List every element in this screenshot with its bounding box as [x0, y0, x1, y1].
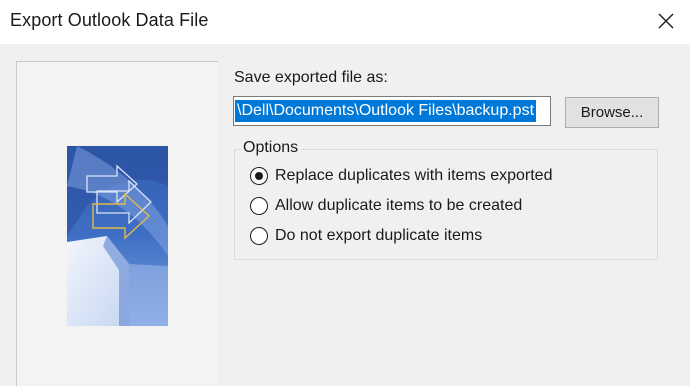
radio-replace-duplicates[interactable]: Replace duplicates with items exported [250, 165, 552, 187]
save-as-label: Save exported file as: [234, 69, 388, 86]
wizard-image-panel [16, 61, 218, 386]
wizard-arrow-graphic [67, 146, 168, 326]
title-bar: Export Outlook Data File [0, 0, 690, 44]
radio-label: Replace duplicates with items exported [275, 167, 553, 184]
radio-label: Do not export duplicate items [275, 227, 483, 244]
file-path-value: \Dell\Documents\Outlook Files\backup.pst [235, 100, 537, 122]
radio-button[interactable] [250, 227, 268, 245]
close-icon [658, 13, 674, 29]
close-button[interactable] [648, 4, 684, 38]
window-title: Export Outlook Data File [10, 10, 209, 30]
options-legend: Options [240, 139, 302, 157]
radio-allow-duplicates[interactable]: Allow duplicate items to be created [250, 195, 522, 217]
radio-button[interactable] [250, 197, 268, 215]
radio-label: Allow duplicate items to be created [275, 197, 523, 214]
radio-button-checked[interactable] [250, 167, 268, 185]
file-path-input[interactable]: \Dell\Documents\Outlook Files\backup.pst [233, 96, 551, 126]
browse-button[interactable]: Browse... [565, 97, 659, 128]
radio-no-duplicates[interactable]: Do not export duplicate items [250, 225, 482, 247]
